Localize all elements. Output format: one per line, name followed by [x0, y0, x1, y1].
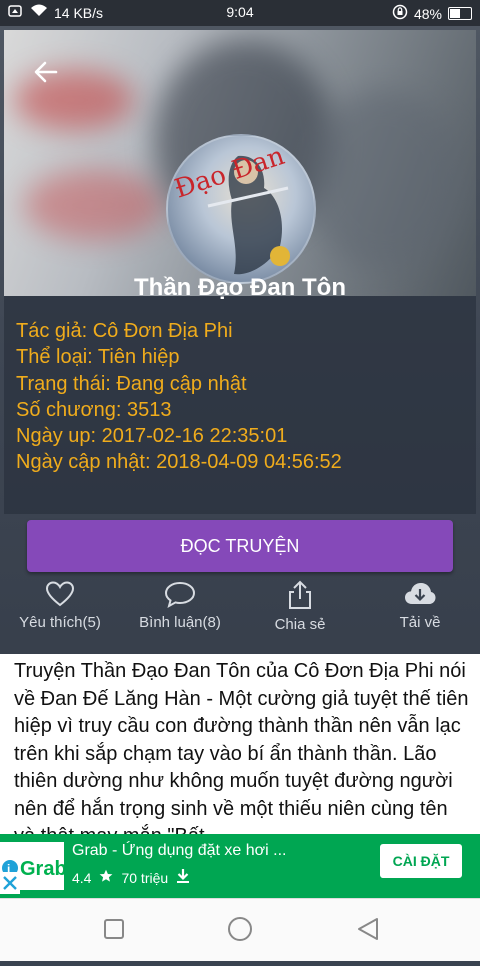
download-button[interactable]: Tải về — [380, 580, 460, 631]
circle-icon — [228, 917, 252, 941]
cloud-download-icon — [405, 583, 436, 604]
ad-meta: 4.4 70 triệu — [72, 868, 190, 887]
share-icon — [289, 580, 311, 609]
close-icon — [0, 872, 20, 894]
system-nav-bar — [0, 898, 480, 961]
book-description: Truyện Thần Đạo Đan Tôn của Cô Đơn Địa P… — [14, 660, 469, 834]
home-button[interactable] — [228, 917, 252, 941]
book-cover-image: Đạo Đan — [166, 134, 316, 284]
status-bar: 14 KB/s 9:04 48% — [0, 0, 480, 26]
ad-close-button[interactable] — [0, 872, 20, 894]
square-icon — [104, 919, 124, 939]
ad-rating: 4.4 — [72, 869, 92, 886]
share-button[interactable]: Chia sẻ — [262, 580, 338, 633]
download-label: Tải về — [399, 614, 441, 631]
read-book-button[interactable]: ĐỌC TRUYỆN — [27, 520, 453, 572]
battery-percent: 48% — [413, 5, 442, 22]
updated-date-line: Ngày cập nhật: 2018-04-09 04:56:52 — [16, 451, 342, 474]
star-icon — [99, 869, 113, 886]
triangle-back-icon — [358, 918, 378, 940]
comment-label: Bình luận(8) — [139, 614, 221, 631]
book-meta-list: Tác giả: Cô Đơn Địa Phi Thể loại: Tiên h… — [16, 318, 342, 476]
favorite-label: Yêu thích(5) — [19, 614, 101, 631]
chapters-line: Số chương: 3513 — [16, 398, 172, 421]
grab-logo-text: Grab — [20, 858, 64, 880]
description-panel: Truyện Thần Đạo Đan Tôn của Cô Đơn Địa P… — [0, 654, 480, 834]
upload-date-line: Ngày up: 2017-02-16 22:35:01 — [16, 425, 288, 448]
heart-icon — [45, 581, 75, 607]
ad-install-button[interactable]: CÀI ĐẶT — [380, 844, 462, 878]
ad-title: Grab - Ứng dụng đặt xe hơi ... — [72, 842, 287, 859]
back-button[interactable] — [30, 56, 62, 88]
ad-downloads: 70 triệu — [121, 869, 169, 886]
action-bar: Yêu thích(5) Bình luận(8) Chia sẻ Tải về — [0, 580, 480, 642]
genre-line: Thể loại: Tiên hiệp — [16, 346, 180, 369]
recent-apps-button[interactable] — [104, 919, 124, 939]
rotation-lock-icon — [392, 4, 408, 23]
download-arrow-icon — [176, 868, 190, 887]
status-right: 48% — [392, 4, 472, 23]
favorite-button[interactable]: Yêu thích(5) — [8, 580, 112, 631]
share-label: Chia sẻ — [274, 616, 326, 633]
speech-bubble-icon — [164, 581, 196, 608]
battery-icon — [448, 7, 472, 20]
arrow-left-icon — [34, 61, 58, 83]
nav-back-button[interactable] — [358, 918, 378, 940]
status-line: Trạng thái: Đang cập nhật — [16, 372, 247, 395]
author-line: Tác giả: Cô Đơn Địa Phi — [16, 320, 233, 342]
comment-button[interactable]: Bình luận(8) — [130, 580, 230, 631]
book-title: Thần Đạo Đan Tôn — [134, 274, 346, 301]
